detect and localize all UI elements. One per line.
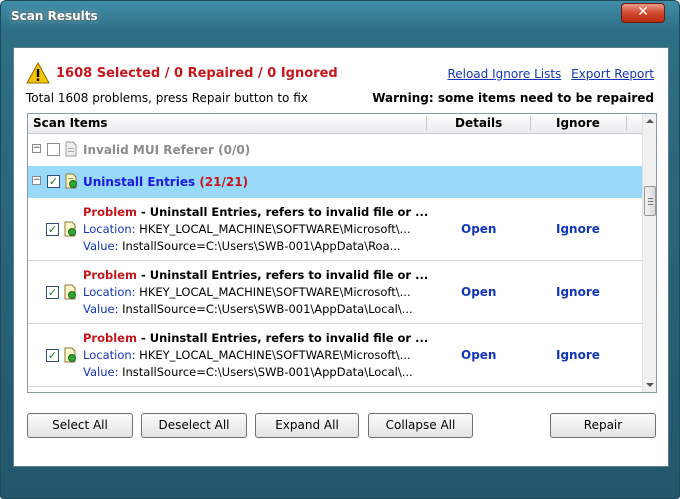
location-label: Location: [83, 222, 136, 236]
value-line: Value: InstallSource=C:\Users\SWB-001\Ap… [83, 365, 413, 379]
registry-file-icon [65, 141, 77, 157]
location-line: Location: HKEY_LOCAL_MACHINE\SOFTWARE\Mi… [83, 348, 411, 362]
value-text: InstallSource=C:\Users\SWB-001\AppData\L… [118, 302, 413, 316]
item-checkbox[interactable]: ✓ [46, 223, 59, 236]
group-label: Invalid MUI Referer (0/0) [83, 143, 250, 157]
ignore-link[interactable]: Ignore [556, 348, 600, 362]
vertical-scrollbar[interactable] [642, 114, 656, 392]
problem-line: Problem - Uninstall Entries, refers to i… [83, 268, 428, 282]
value-text: InstallSource=C:\Users\SWB-001\AppData\L… [118, 365, 413, 379]
value-label: Value: [83, 239, 119, 253]
column-ignore[interactable]: Ignore [556, 116, 600, 132]
deselect-all-button[interactable]: Deselect All [141, 413, 247, 438]
open-link[interactable]: Open [461, 222, 496, 236]
group-label: Uninstall Entries (21/21) [83, 175, 248, 189]
open-link[interactable]: Open [461, 285, 496, 299]
column-details[interactable]: Details [455, 116, 502, 132]
repair-warning: Warning: some items need to be repaired [372, 91, 654, 105]
expand-all-button[interactable]: Expand All [255, 413, 359, 438]
location-line: Location: HKEY_LOCAL_MACHINE\SOFTWARE\Mi… [83, 285, 411, 299]
client-area: 1608 Selected / 0 Repaired / 0 Ignored R… [13, 47, 669, 467]
group-row-invalid-mui-referer[interactable]: − Invalid MUI Referer (0/0) [28, 134, 642, 166]
problem-label: Problem [83, 331, 137, 345]
item-checkbox[interactable]: ✓ [46, 349, 59, 362]
problem-label: Problem [83, 205, 137, 219]
select-all-button[interactable]: Select All [27, 413, 133, 438]
column-separator[interactable] [530, 116, 531, 131]
close-icon: ✕ [637, 4, 649, 20]
group-count: (0/0) [218, 143, 251, 157]
list-item[interactable]: ✓ Problem - Uninstall Entries, refers to… [28, 324, 642, 387]
uninstall-entry-icon [64, 347, 76, 363]
problem-line: Problem - Uninstall Entries, refers to i… [83, 205, 428, 219]
window-title: Scan Results [11, 9, 98, 23]
title-bar[interactable]: Scan Results ✕ [1, 1, 679, 33]
value-label: Value: [83, 365, 119, 379]
location-text: HKEY_LOCAL_MACHINE\SOFTWARE\Microsoft\..… [135, 222, 411, 236]
problem-line: Problem - Uninstall Entries, refers to i… [83, 331, 428, 345]
value-line: Value: InstallSource=C:\Users\SWB-001\Ap… [83, 302, 413, 316]
column-separator[interactable] [626, 116, 627, 131]
list-item[interactable]: ✓ Problem - Uninstall Entries, refers to… [28, 261, 642, 324]
problem-text: - Uninstall Entries, refers to invalid f… [136, 268, 429, 282]
problem-text: - Uninstall Entries, refers to invalid f… [136, 331, 429, 345]
open-link[interactable]: Open [461, 348, 496, 362]
group-name: Uninstall Entries [83, 175, 196, 189]
item-checkbox[interactable]: ✓ [46, 286, 59, 299]
uninstall-entry-icon [64, 284, 76, 300]
location-text: HKEY_LOCAL_MACHINE\SOFTWARE\Microsoft\..… [135, 348, 411, 362]
repair-button[interactable]: Repair [550, 413, 656, 438]
scan-results-list[interactable]: Scan Items Details Ignore − Invalid MUI … [27, 113, 657, 393]
scroll-up-arrow-icon[interactable] [646, 119, 654, 123]
summary-subtitle: Total 1608 problems, press Repair button… [26, 91, 308, 105]
reload-ignore-lists-link[interactable]: Reload Ignore Lists [447, 67, 561, 81]
column-separator[interactable] [426, 116, 427, 131]
value-label: Value: [83, 302, 119, 316]
group-checkbox[interactable]: ✓ [47, 175, 60, 188]
column-scan-items[interactable]: Scan Items [33, 116, 108, 132]
header-links: Reload Ignore Lists Export Report [441, 67, 654, 81]
location-label: Location: [83, 348, 136, 362]
group-count: (21/21) [199, 175, 249, 189]
summary-title: 1608 Selected / 0 Repaired / 0 Ignored [56, 66, 338, 81]
collapse-toggle-icon[interactable]: − [32, 176, 41, 185]
uninstall-entry-icon [65, 173, 77, 189]
list-item[interactable]: ✓ Problem - Uninstall Entries, refers to… [28, 198, 642, 261]
export-report-link[interactable]: Export Report [571, 67, 654, 81]
location-line: Location: HKEY_LOCAL_MACHINE\SOFTWARE\Mi… [83, 222, 411, 236]
group-checkbox[interactable] [47, 143, 60, 156]
ignore-link[interactable]: Ignore [556, 222, 600, 236]
close-button[interactable]: ✕ [621, 3, 665, 23]
list-header: Scan Items Details Ignore [28, 114, 642, 134]
collapse-toggle-icon[interactable]: − [32, 144, 41, 153]
value-text: InstallSource=C:\Users\SWB-001\AppData\R… [118, 239, 401, 253]
location-text: HKEY_LOCAL_MACHINE\SOFTWARE\Microsoft\..… [135, 285, 411, 299]
value-line: Value: InstallSource=C:\Users\SWB-001\Ap… [83, 239, 401, 253]
ignore-link[interactable]: Ignore [556, 285, 600, 299]
problem-text: - Uninstall Entries, refers to invalid f… [136, 205, 429, 219]
scan-results-window: Scan Results ✕ 1608 Selected / 0 Repaire… [0, 0, 680, 499]
location-label: Location: [83, 285, 136, 299]
collapse-all-button[interactable]: Collapse All [368, 413, 473, 438]
group-row-uninstall-entries[interactable]: − ✓ Uninstall Entries (21/21) [28, 166, 642, 198]
problem-label: Problem [83, 268, 137, 282]
warning-icon [26, 62, 50, 84]
scroll-thumb[interactable] [644, 186, 656, 216]
group-name: Invalid MUI Referer [83, 143, 214, 157]
scroll-down-arrow-icon[interactable] [646, 383, 654, 387]
uninstall-entry-icon [64, 221, 76, 237]
